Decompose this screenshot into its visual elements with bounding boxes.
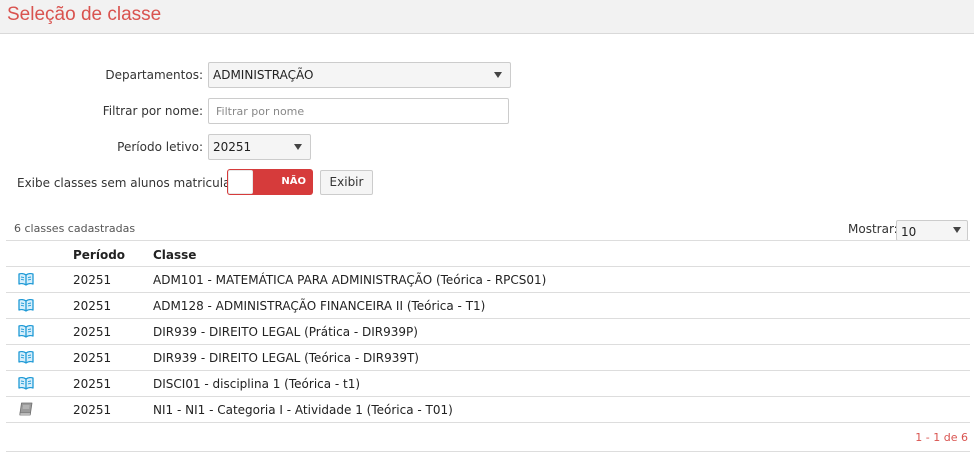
open-book-icon[interactable] xyxy=(18,298,34,312)
row-classe[interactable]: NI1 - NI1 - Categoria I - Atividade 1 (T… xyxy=(153,403,453,417)
exibe-classes-toggle[interactable]: NÃO xyxy=(227,169,313,195)
classes-table: Período Classe 20251 ADM101 - MATEMÁTICA… xyxy=(6,240,970,423)
classes-count: 6 classes cadastradas xyxy=(14,222,136,235)
page-size-value: 10 xyxy=(901,225,917,239)
exibe-classes-label: Exibe classes sem alunos matriculados: xyxy=(17,176,256,190)
departamentos-select[interactable]: ADMINISTRAÇÃO xyxy=(208,62,511,88)
column-header-periodo[interactable]: Período xyxy=(73,248,125,262)
row-classe[interactable]: ADM101 - MATEMÁTICA PARA ADMINISTRAÇÃO (… xyxy=(153,273,546,287)
table-row[interactable]: 20251 DIR939 - DIREITO LEGAL (Prática - … xyxy=(6,319,970,345)
row-period: 20251 xyxy=(73,377,112,391)
table-row[interactable]: 20251 NI1 - NI1 - Categoria I - Atividad… xyxy=(6,397,970,423)
periodo-letivo-label: Período letivo: xyxy=(117,140,203,154)
mostrar-label: Mostrar: xyxy=(848,222,898,236)
row-period: 20251 xyxy=(73,273,112,287)
row-period: 20251 xyxy=(73,351,112,365)
pagination-info: 1 - 1 de 6 xyxy=(915,431,968,444)
toggle-knob[interactable] xyxy=(228,170,253,194)
periodo-selected-value: 20251 xyxy=(213,140,252,154)
row-period: 20251 xyxy=(73,299,112,313)
row-classe[interactable]: DIR939 - DIREITO LEGAL (Prática - DIR939… xyxy=(153,325,418,339)
table-row[interactable]: 20251 ADM128 - ADMINISTRAÇÃO FINANCEIRA … xyxy=(6,293,970,319)
periodo-letivo-select[interactable]: 20251 xyxy=(208,134,311,160)
exibir-button[interactable]: Exibir xyxy=(320,170,373,195)
divider xyxy=(6,451,970,452)
page-header: Seleção de classe xyxy=(0,0,974,34)
departamentos-selected-value: ADMINISTRAÇÃO xyxy=(213,68,314,82)
page-size-select[interactable]: 10 xyxy=(896,220,968,241)
column-header-classe[interactable]: Classe xyxy=(153,248,196,262)
table-row[interactable]: 20251 DISCI01 - disciplina 1 (Teórica - … xyxy=(6,371,970,397)
table-row[interactable]: 20251 ADM101 - MATEMÁTICA PARA ADMINISTR… xyxy=(6,267,970,293)
departamentos-label: Departamentos: xyxy=(105,68,203,82)
row-classe[interactable]: DISCI01 - disciplina 1 (Teórica - t1) xyxy=(153,377,360,391)
table-row[interactable]: 20251 DIR939 - DIREITO LEGAL (Teórica - … xyxy=(6,345,970,371)
open-book-icon[interactable] xyxy=(18,350,34,364)
open-book-icon[interactable] xyxy=(18,376,34,390)
open-book-icon[interactable] xyxy=(18,324,34,338)
chevron-down-icon xyxy=(494,72,502,78)
table-header: Período Classe xyxy=(6,240,970,267)
open-book-icon[interactable] xyxy=(18,272,34,286)
filtrar-nome-label: Filtrar por nome: xyxy=(102,104,203,118)
row-period: 20251 xyxy=(73,325,112,339)
closed-book-icon[interactable] xyxy=(18,402,34,416)
page-title: Seleção de classe xyxy=(7,4,162,25)
chevron-down-icon xyxy=(294,144,302,150)
row-period: 20251 xyxy=(73,403,112,417)
toggle-state-text: NÃO xyxy=(281,176,306,187)
row-classe[interactable]: ADM128 - ADMINISTRAÇÃO FINANCEIRA II (Te… xyxy=(153,299,485,313)
filtrar-nome-input[interactable] xyxy=(208,98,509,124)
row-classe[interactable]: DIR939 - DIREITO LEGAL (Teórica - DIR939… xyxy=(153,351,419,365)
chevron-down-icon xyxy=(953,227,961,233)
